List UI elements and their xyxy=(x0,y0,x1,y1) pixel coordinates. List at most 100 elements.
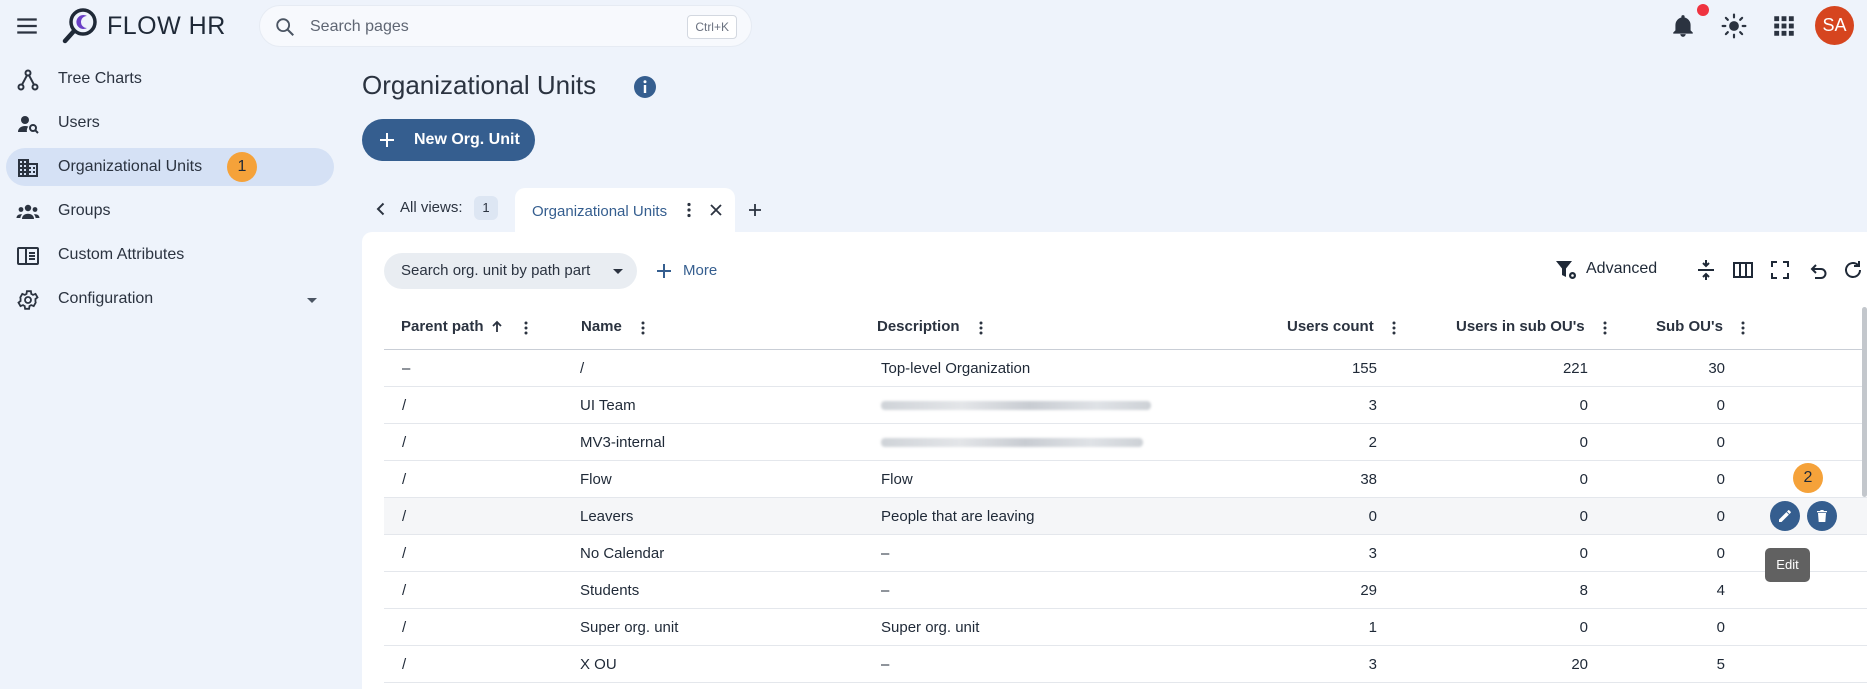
notifications-bell-icon[interactable] xyxy=(1670,13,1696,39)
cell-description: – xyxy=(881,582,890,599)
cell-sub-ous: 0 xyxy=(1716,508,1725,525)
sidebar-item-groups[interactable]: Groups xyxy=(6,192,334,230)
cell-parent-path: / xyxy=(402,619,407,636)
sidebar-item-tree-charts[interactable]: Tree Charts xyxy=(6,60,334,98)
column-header-name[interactable]: Name xyxy=(581,318,622,335)
more-vert-icon[interactable] xyxy=(680,201,698,219)
cell-name: No Calendar xyxy=(580,545,665,562)
table-row[interactable]: / Flow Flow 38 0 0 xyxy=(384,461,1867,498)
sidebar-item-custom-attributes[interactable]: Custom Attributes xyxy=(6,236,334,274)
cell-users-count: 1 xyxy=(1368,619,1377,636)
plus-icon xyxy=(654,261,674,281)
attributes-icon xyxy=(16,244,40,268)
cell-name: UI Team xyxy=(580,397,636,414)
app-brand[interactable]: FLOW HR xyxy=(107,12,226,41)
column-header-sub-ous[interactable]: Sub OU's xyxy=(1656,318,1723,335)
cell-sub-ous: 0 xyxy=(1716,545,1725,562)
cell-sub-ous: 0 xyxy=(1716,434,1725,451)
cell-name: Super org. unit xyxy=(580,619,679,636)
table-row[interactable]: / Students – 29 8 4 xyxy=(384,572,1867,609)
new-org-unit-button[interactable]: New Org. Unit xyxy=(362,119,535,161)
info-icon[interactable] xyxy=(633,75,657,99)
chevron-left-icon[interactable] xyxy=(372,200,390,218)
sidebar-item-label: Groups xyxy=(58,202,111,219)
search-box[interactable]: Search pages Ctrl+K xyxy=(259,5,752,47)
column-menu-icon[interactable] xyxy=(518,320,534,336)
theme-toggle-sun-icon[interactable] xyxy=(1721,13,1747,39)
sidebar-item-label: Configuration xyxy=(58,290,154,307)
gear-icon xyxy=(16,288,40,312)
undo-icon[interactable] xyxy=(1806,259,1828,281)
sidebar-item-label: Users xyxy=(58,114,100,131)
table-row[interactable]: / UI Team 3 0 0 xyxy=(384,387,1867,424)
building-icon xyxy=(16,156,40,180)
cell-users-count: 3 xyxy=(1368,545,1377,562)
redacted-description xyxy=(881,438,1143,447)
close-icon[interactable] xyxy=(707,201,725,219)
table-row[interactable]: – / Top-level Organization 155 221 30 xyxy=(384,350,1867,387)
sidebar-item-configuration[interactable]: Configuration xyxy=(6,280,334,318)
fullscreen-icon[interactable] xyxy=(1769,259,1791,281)
column-header-parent-path[interactable]: Parent path xyxy=(401,318,484,335)
table-row[interactable]: / X OU – 3 20 5 xyxy=(384,646,1867,683)
chevron-down-icon[interactable] xyxy=(304,292,320,308)
column-menu-icon[interactable] xyxy=(973,320,989,336)
user-search-icon xyxy=(16,112,40,136)
plus-icon xyxy=(377,130,397,150)
table-row[interactable]: / Super org. unit Super org. unit 1 0 0 xyxy=(384,609,1867,646)
sidebar-item-organizational-units[interactable]: Organizational Units 1 xyxy=(6,148,334,186)
table-row[interactable]: / MV3-internal 2 0 0 xyxy=(384,424,1867,461)
cell-users-count: 155 xyxy=(1351,360,1377,377)
cell-users-count: 38 xyxy=(1360,471,1377,488)
vertical-scrollbar[interactable] xyxy=(1862,307,1867,497)
top-bar: FLOW HR Search pages Ctrl+K SA xyxy=(0,0,1867,52)
tab-label: Organizational Units xyxy=(532,203,668,220)
sidebar-item-label: Tree Charts xyxy=(58,70,142,87)
search-icon xyxy=(274,16,296,38)
tree-chart-icon xyxy=(16,68,40,92)
refresh-icon[interactable] xyxy=(1842,259,1864,281)
hamburger-menu-icon[interactable] xyxy=(14,13,40,39)
edit-row-button[interactable] xyxy=(1770,501,1800,531)
column-header-users-in-sub-ous[interactable]: Users in sub OU's xyxy=(1456,318,1585,335)
cell-sub-ous: 0 xyxy=(1716,397,1725,414)
views-bar: All views: 1 Organizational Units xyxy=(362,188,1867,234)
sort-arrow-up-icon[interactable] xyxy=(490,320,504,334)
cell-parent-path: / xyxy=(402,471,407,488)
column-menu-icon[interactable] xyxy=(635,320,651,336)
cell-users-count: 29 xyxy=(1360,582,1377,599)
notification-dot xyxy=(1697,4,1709,16)
page-title: Organizational Units xyxy=(362,70,597,100)
all-views-label[interactable]: All views: xyxy=(400,199,463,216)
cell-parent-path: / xyxy=(402,397,407,414)
column-menu-icon[interactable] xyxy=(1597,320,1613,336)
cell-description: People that are leaving xyxy=(881,508,1035,525)
cell-name: Students xyxy=(580,582,640,599)
sidebar-item-users[interactable]: Users xyxy=(6,104,334,142)
table-row[interactable]: / No Calendar – 3 0 0 xyxy=(384,535,1867,572)
search-placeholder: Search pages xyxy=(310,18,409,35)
column-menu-icon[interactable] xyxy=(1735,320,1751,336)
groups-icon xyxy=(16,200,40,224)
sidebar-item-label: Organizational Units xyxy=(58,158,203,175)
columns-icon[interactable] xyxy=(1732,259,1754,281)
column-header-users-count[interactable]: Users count xyxy=(1287,318,1374,335)
cell-name: Flow xyxy=(580,471,612,488)
cell-users-count: 3 xyxy=(1368,397,1377,414)
column-header-description[interactable]: Description xyxy=(877,318,960,335)
column-menu-icon[interactable] xyxy=(1386,320,1402,336)
flow-hr-logo-icon[interactable] xyxy=(60,6,100,46)
tab-organizational-units[interactable]: Organizational Units xyxy=(515,188,735,234)
cell-sub-ous: 0 xyxy=(1716,471,1725,488)
search-org-unit-filter[interactable]: Search org. unit by path part xyxy=(384,253,637,289)
user-avatar[interactable]: SA xyxy=(1815,6,1854,45)
delete-row-button[interactable] xyxy=(1807,501,1837,531)
add-view-plus-icon[interactable] xyxy=(745,200,765,220)
cell-parent-path: / xyxy=(402,582,407,599)
cell-name: MV3-internal xyxy=(580,434,666,451)
density-icon[interactable] xyxy=(1695,259,1717,281)
step-badge-1: 1 xyxy=(227,152,257,182)
apps-grid-icon[interactable] xyxy=(1771,13,1797,39)
table-row[interactable]: / Leavers People that are leaving 0 0 0 xyxy=(384,498,1867,535)
cell-description: Super org. unit xyxy=(881,619,980,636)
